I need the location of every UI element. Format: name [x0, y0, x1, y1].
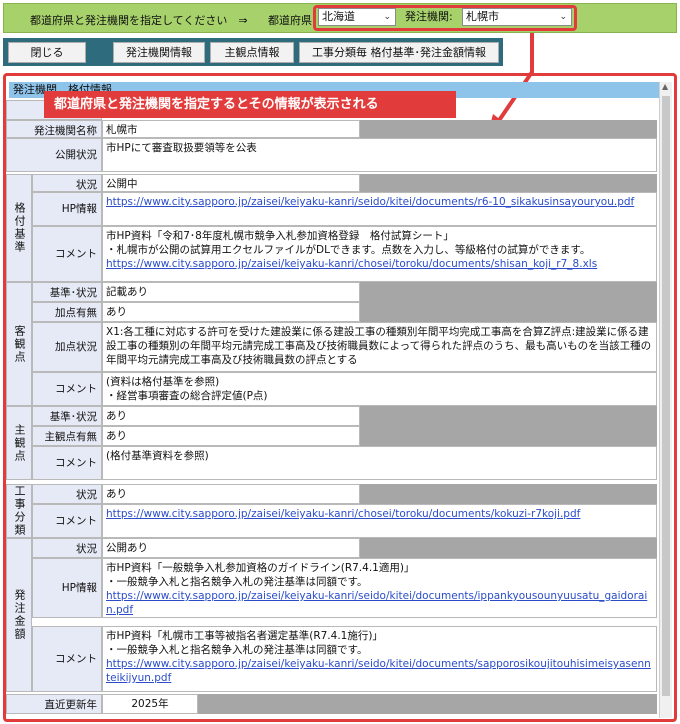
subjective-info-button[interactable]: 主観点情報 — [210, 42, 294, 63]
work-group-label: 工事分類 — [6, 484, 32, 538]
work-comment-cell: https://www.city.sapporo.jp/zaisei/keiya… — [102, 504, 657, 538]
objective-add-label: 加点有無 — [32, 302, 102, 322]
rating-comment-line-2: ・札幌市が公開の試算用エクセルファイルがDLできます。点数を入力し、等級格付の試… — [106, 244, 591, 256]
work-comment-label: コメント — [32, 504, 102, 538]
amount-hp-cell: 市HP資料「一般競争入札参加資格のガイドライン(R7.4.1適用)」 ・一般競争… — [102, 558, 657, 618]
work-status-label: 状況 — [32, 484, 102, 504]
scroll-thumb[interactable] — [662, 96, 670, 696]
amount-hp-line-2: ・一般競争入札と指名競争入札の発注基準は同額です。 — [106, 576, 368, 588]
agency-label: 発注機関: — [405, 10, 453, 23]
rating-hp-label: HP情報 — [32, 192, 102, 226]
empty-cell — [360, 406, 657, 426]
work-status-value: あり — [102, 484, 360, 504]
amount-hp-label: HP情報 — [32, 558, 102, 618]
empty-cell — [360, 302, 657, 322]
objective-comment-label: コメント — [32, 372, 102, 406]
rating-group-label: 格付基準 — [6, 174, 32, 282]
amount-group-label: 発注金額 — [6, 538, 32, 692]
button-bar: 閉じる 発注機関情報 主観点情報 工事分類毎 格付基準･発注金額情報 — [3, 38, 503, 66]
amount-comment-cell: 市HP資料「札幌市工事等被指名者選定基準(R7.4.1施行)」 ・一般競争入札と… — [102, 626, 657, 692]
rating-comment-line-1: 市HP資料「令和7･8年度札幌市競争入札参加資格登録 格付試算シート」 — [106, 230, 454, 242]
amount-comment-label: コメント — [32, 626, 102, 692]
chevron-down-icon: ⌄ — [559, 12, 567, 22]
chevron-down-icon: ⌄ — [383, 12, 391, 22]
prefecture-label: 都道府県 — [268, 14, 312, 27]
subjective-has-label: 主観点有無 — [32, 426, 102, 446]
rating-comment-link[interactable]: https://www.city.sapporo.jp/zaisei/keiya… — [106, 257, 653, 271]
agency-info-button[interactable]: 発注機関情報 — [113, 42, 205, 63]
agency-name-label: 発注機関名称 — [6, 120, 102, 138]
empty-cell — [360, 282, 657, 302]
objective-basis-value: 記載あり — [102, 282, 360, 302]
amount-comment-line-2: ・一般競争入札と指名競争入札の発注基準は同額です。 — [106, 644, 368, 656]
updated-value: 2025年 — [102, 694, 198, 714]
objective-comment-cell: (資料は格付基準を参照) ・経営事項審査の総合評定値(P点) — [102, 372, 657, 406]
amount-hp-link[interactable]: https://www.city.sapporo.jp/zaisei/keiya… — [106, 589, 653, 617]
subjective-comment-value: (格付基準資料を参照) — [102, 446, 657, 480]
empty-cell — [360, 174, 657, 192]
work-comment-link[interactable]: https://www.city.sapporo.jp/zaisei/keiya… — [106, 508, 580, 520]
callout-banner: 都道府県と発注機関を指定するとその情報が表示される — [44, 91, 456, 118]
rating-hp-cell: https://www.city.sapporo.jp/zaisei/keiya… — [102, 192, 657, 226]
prefecture-select[interactable]: 北海道 ⌄ — [318, 8, 396, 26]
amount-hp-line-1: 市HP資料「一般競争入札参加資格のガイドライン(R7.4.1適用)」 — [106, 562, 415, 574]
rating-status-label: 状況 — [32, 174, 102, 192]
empty-cell — [360, 484, 657, 504]
scroll-up-icon[interactable]: ▲ — [662, 82, 668, 91]
subjective-basis-label: 基準･状況 — [32, 406, 102, 426]
subjective-has-value: あり — [102, 426, 360, 446]
public-status-label: 公開状況 — [6, 138, 102, 172]
amount-comment-link[interactable]: https://www.city.sapporo.jp/zaisei/keiya… — [106, 657, 653, 685]
info-grid: 発注 発注機関名称 札幌市 公開状況 市HPにて審査取扱要領等を公表 格付基準 … — [6, 100, 657, 720]
empty-cell — [360, 120, 657, 138]
rating-comment-label: コメント — [32, 226, 102, 282]
objective-add-status-label: 加点状況 — [32, 322, 102, 372]
amount-comment-line-1: 市HP資料「札幌市工事等被指名者選定基準(R7.4.1施行)」 — [106, 630, 383, 642]
objective-add-status-value: X1:各工種に対応する許可を受けた建設業に係る建設工事の種類別年間平均完成工事高… — [102, 322, 657, 372]
objective-add-value: あり — [102, 302, 360, 322]
public-status-value: 市HPにて審査取扱要領等を公表 — [102, 138, 657, 172]
amount-status-value: 公開あり — [102, 538, 360, 558]
objective-comment-line-1: (資料は格付基準を参照) — [106, 376, 220, 388]
work-type-info-button[interactable]: 工事分類毎 格付基準･発注金額情報 — [299, 42, 499, 63]
agency-select[interactable]: 札幌市 ⌄ — [462, 8, 572, 26]
agency-name-value: 札幌市 — [102, 120, 360, 138]
subjective-comment-label: コメント — [32, 446, 102, 480]
close-button[interactable]: 閉じる — [8, 42, 86, 63]
amount-status-label: 状況 — [32, 538, 102, 558]
objective-basis-label: 基準･状況 — [32, 282, 102, 302]
rating-status-value: 公開中 — [102, 174, 360, 192]
rating-comment-cell: 市HP資料「令和7･8年度札幌市競争入札参加資格登録 格付試算シート」 ・札幌市… — [102, 226, 657, 282]
empty-cell — [360, 538, 657, 558]
subjective-basis-value: あり — [102, 406, 360, 426]
empty-cell — [360, 426, 657, 446]
updated-label: 直近更新年 — [6, 694, 102, 714]
rating-hp-link[interactable]: https://www.city.sapporo.jp/zaisei/keiya… — [106, 196, 634, 208]
objective-comment-line-2: ・経営事項審査の総合評定値(P点) — [106, 390, 268, 402]
objective-group-label: 客観点 — [6, 282, 32, 406]
empty-cell — [198, 694, 657, 714]
selection-prompt: 都道府県と発注機関を指定してください ⇒ — [30, 14, 248, 27]
vertical-scrollbar[interactable]: ▲ — [659, 82, 672, 718]
agency-value: 札幌市 — [466, 10, 499, 23]
prefecture-value: 北海道 — [322, 10, 355, 23]
subjective-group-label: 主観点 — [6, 406, 32, 480]
